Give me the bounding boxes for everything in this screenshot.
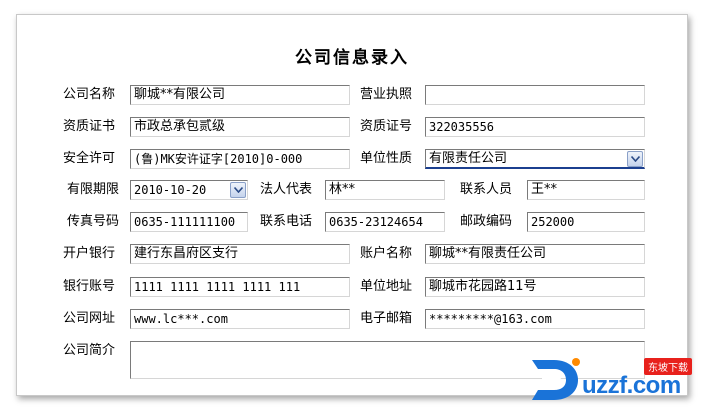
postal-code-field[interactable]: 252000 (527, 212, 645, 232)
legal-rep-label: 法人代表 (260, 182, 313, 197)
unit-address-label: 单位地址 (360, 279, 413, 294)
intro-label: 公司简介 (63, 343, 116, 358)
chevron-down-icon (630, 156, 640, 162)
qualification-no-field[interactable]: 322035556 (425, 117, 645, 137)
unit-nature-value: 有限责任公司 (429, 151, 508, 166)
account-name-field[interactable]: 聊城**有限责任公司 (425, 244, 645, 264)
business-license-field[interactable] (425, 85, 645, 105)
website-label: 公司网址 (63, 311, 116, 326)
watermark-logo-icon (532, 358, 580, 400)
fax-label: 传真号码 (67, 214, 120, 229)
postal-code-label: 邮政编码 (460, 214, 513, 229)
phone-field[interactable]: 0635-23124654 (325, 212, 445, 232)
company-name-label: 公司名称 (63, 87, 116, 102)
qualification-cert-field[interactable]: 市政总承包贰级 (130, 117, 350, 137)
bank-account-label: 银行账号 (63, 279, 116, 294)
phone-label: 联系电话 (260, 214, 313, 229)
valid-until-label: 有限期限 (67, 182, 120, 197)
business-license-label: 营业执照 (360, 87, 413, 102)
unit-nature-select[interactable]: 有限责任公司 (425, 149, 645, 169)
unit-nature-dropdown-button[interactable] (627, 151, 643, 167)
valid-until-value: 2010-10-20 (134, 183, 207, 197)
valid-until-date-picker[interactable]: 2010-10-20 (130, 180, 248, 200)
company-info-form: 公司信息录入 公司名称 聊城**有限公司 营业执照 资质证书 市政总承包贰级 资… (16, 14, 688, 396)
date-dropdown-button[interactable] (230, 182, 246, 198)
safety-permit-label: 安全许可 (63, 151, 116, 166)
contact-person-field[interactable]: 王** (527, 180, 645, 200)
form-title: 公司信息录入 (295, 48, 409, 68)
website-field[interactable]: www.lc***.com (130, 309, 350, 329)
safety-permit-field[interactable]: (鲁)MK安许证字[2010]0-000 (130, 149, 350, 169)
unit-address-field[interactable]: 聊城市花园路11号 (425, 277, 645, 297)
site-watermark: 东坡下载 uzzf.com (524, 354, 694, 404)
bank-account-field[interactable]: 1111 1111 1111 1111 111 (130, 277, 350, 297)
unit-nature-label: 单位性质 (360, 151, 413, 166)
legal-rep-field[interactable]: 林** (325, 180, 445, 200)
chevron-down-icon (233, 187, 243, 193)
bank-field[interactable]: 建行东昌府区支行 (130, 244, 350, 264)
fax-field[interactable]: 0635-111111100 (130, 212, 248, 232)
watermark-brand: uzzf.com (582, 372, 681, 399)
company-name-field[interactable]: 聊城**有限公司 (130, 85, 350, 105)
email-field[interactable]: *********@163.com (425, 309, 645, 329)
qualification-no-label: 资质证号 (360, 119, 413, 134)
qualification-cert-label: 资质证书 (63, 119, 116, 134)
email-label: 电子邮箱 (360, 311, 413, 326)
bank-label: 开户银行 (63, 246, 116, 261)
account-name-label: 账户名称 (360, 246, 413, 261)
contact-person-label: 联系人员 (460, 182, 513, 197)
